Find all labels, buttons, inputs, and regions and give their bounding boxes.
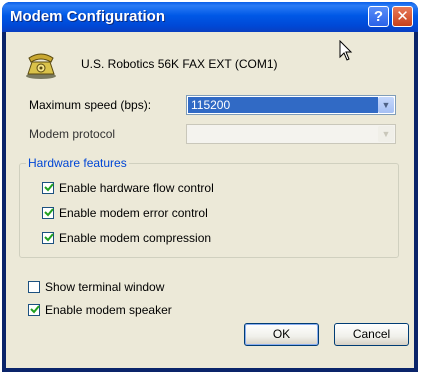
- modem-configuration-window: Modem Configuration ? ✕ U.S. Robotics 56…: [2, 2, 418, 372]
- hardware-features-title: Hardware features: [26, 156, 129, 170]
- max-speed-label: Maximum speed (bps):: [29, 98, 152, 112]
- checkmark-icon: [44, 233, 54, 242]
- modem-compression-checkbox[interactable]: Enable modem compression: [42, 231, 211, 245]
- enable-modem-speaker-checkbox[interactable]: Enable modem speaker: [28, 303, 172, 317]
- close-button[interactable]: ✕: [392, 6, 413, 27]
- chevron-down-icon[interactable]: ▼: [378, 126, 394, 142]
- max-speed-value: 115200: [188, 97, 378, 113]
- show-terminal-window-label: Show terminal window: [45, 280, 165, 294]
- checkmark-icon: [44, 183, 54, 192]
- modem-protocol-select[interactable]: ▼: [186, 124, 396, 144]
- show-terminal-window-checkbox[interactable]: Show terminal window: [28, 280, 164, 294]
- modem-phone-icon: [26, 53, 56, 79]
- ok-button[interactable]: OK: [244, 323, 319, 346]
- help-button[interactable]: ?: [368, 6, 389, 27]
- checkmark-icon: [30, 305, 40, 314]
- checkmark-icon: [44, 208, 54, 217]
- device-name: U.S. Robotics 56K FAX EXT (COM1): [81, 57, 278, 71]
- cancel-button[interactable]: Cancel: [334, 323, 409, 346]
- hardware-features-group: Hardware features Enable hardware flow c…: [19, 156, 399, 258]
- modem-error-control-checkbox[interactable]: Enable modem error control: [42, 206, 208, 220]
- mouse-pointer-icon: [339, 40, 353, 61]
- enable-modem-speaker-label: Enable modem speaker: [45, 303, 172, 317]
- max-speed-select[interactable]: 115200 ▼: [186, 95, 396, 115]
- chevron-down-icon[interactable]: ▼: [378, 97, 394, 113]
- title-bar[interactable]: Modem Configuration ? ✕: [2, 2, 418, 32]
- modem-error-control-label: Enable modem error control: [59, 206, 208, 220]
- dialog-body: U.S. Robotics 56K FAX EXT (COM1) Maximum…: [6, 32, 414, 368]
- modem-protocol-label: Modem protocol: [29, 127, 116, 141]
- hardware-flow-control-label: Enable hardware flow control: [59, 181, 214, 195]
- window-title: Modem Configuration: [10, 8, 165, 25]
- modem-compression-label: Enable modem compression: [59, 231, 212, 245]
- hardware-flow-control-checkbox[interactable]: Enable hardware flow control: [42, 181, 214, 195]
